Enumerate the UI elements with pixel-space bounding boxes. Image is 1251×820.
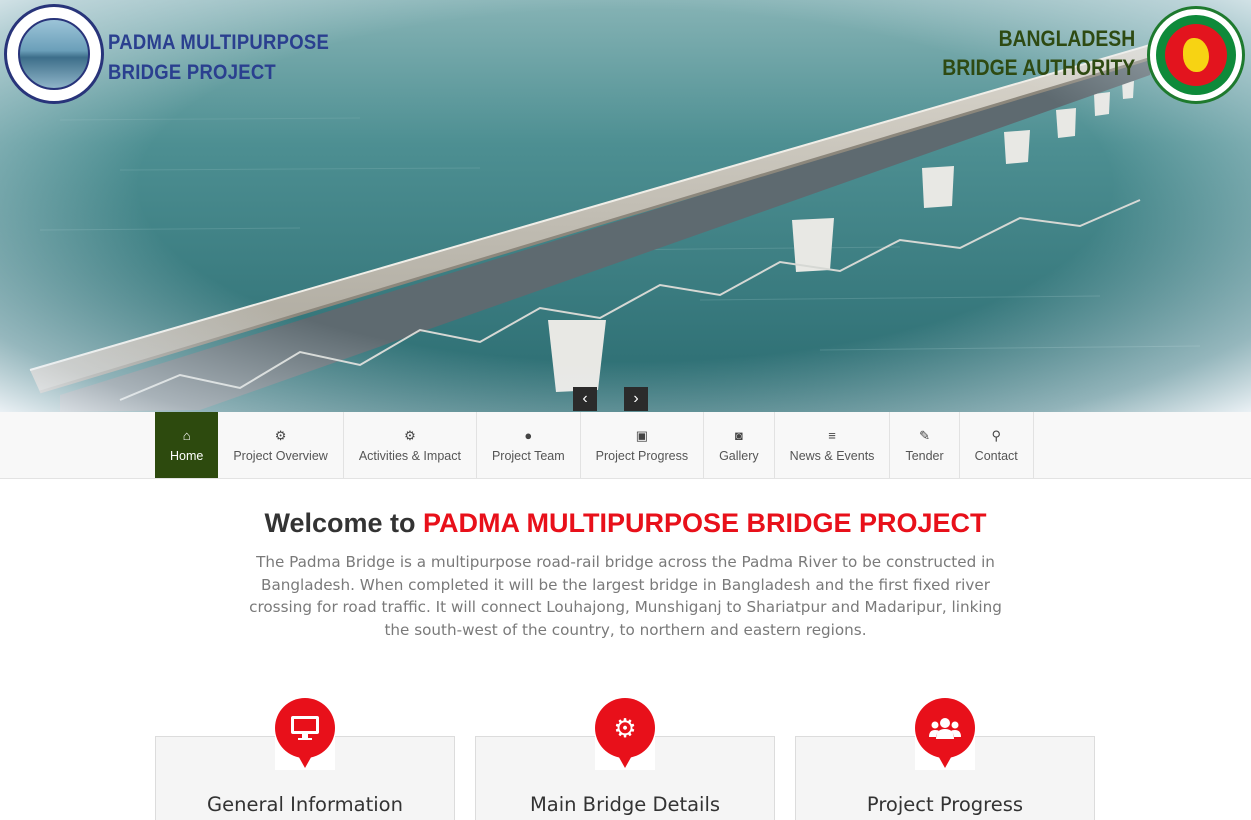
pin-tip [936, 752, 954, 768]
nav-item-project-team[interactable]: ● Project Team [477, 412, 581, 478]
project-title-line2: BRIDGE PROJECT [108, 61, 276, 84]
bangladesh-government-seal[interactable] [1147, 6, 1245, 104]
cogs-icon: ⚙ [404, 427, 416, 443]
map-marker-icon: ⚲ [991, 427, 1001, 443]
pin-tip [616, 752, 634, 768]
welcome-heading: Welcome to PADMA MULTIPURPOSE BRIDGE PRO… [0, 508, 1251, 539]
nav-item-activities-impact[interactable]: ⚙ Activities & Impact [344, 412, 477, 478]
padma-bridge-project-logo[interactable] [4, 4, 104, 104]
nav-item-label: Project Team [491, 448, 565, 463]
card-title: General Information [207, 793, 403, 816]
main-navbar: ⌂ Home ⚙ Project Overview ⚙ Activities &… [0, 412, 1251, 479]
nav-item-project-overview[interactable]: ⚙ Project Overview [218, 412, 344, 478]
nav-item-project-progress[interactable]: ▣ Project Progress [581, 412, 705, 478]
nav-item-label: Tender [905, 448, 944, 463]
seal-sun-icon [1165, 24, 1227, 86]
slider-next-button[interactable]: › [624, 387, 648, 411]
home-icon: ⌂ [182, 427, 191, 443]
nav-item-contact[interactable]: ⚲ Contact [960, 412, 1034, 478]
camera-icon: ◙ [734, 427, 743, 443]
seal-ring-icon [1156, 15, 1236, 95]
nav-item-news-events[interactable]: ≡ News & Events [775, 412, 891, 478]
nav-item-label: Gallery [719, 448, 759, 463]
project-title-line1: PADMA MULTIPURPOSE [108, 31, 330, 54]
nav-item-label: News & Events [789, 448, 875, 463]
welcome-brand: PADMA MULTIPURPOSE BRIDGE PROJECT [423, 508, 987, 538]
card-pin [915, 698, 975, 770]
cogs-icon: ⚙ [274, 427, 287, 443]
authority-title-line2: BRIDGE AUTHORITY [942, 55, 1135, 80]
users-icon [915, 698, 975, 758]
picture-icon: ▣ [635, 427, 649, 443]
card-pin: ⚙ [595, 698, 655, 770]
edit-icon: ✎ [919, 427, 930, 443]
nav-item-home[interactable]: ⌂ Home [155, 412, 219, 478]
bangladesh-map-icon [1183, 38, 1209, 72]
card-title: Project Progress [866, 793, 1024, 816]
list-icon: ≡ [828, 427, 836, 443]
authority-title: BANGLADESH BRIDGE AUTHORITY [942, 24, 1135, 82]
project-title: PADMA MULTIPURPOSE BRIDGE PROJECT [108, 28, 329, 88]
desktop-glyph [291, 716, 319, 740]
nav-item-gallery[interactable]: ◙ Gallery [704, 412, 775, 478]
desktop-icon [275, 698, 335, 758]
nav-item-label: Activities & Impact [358, 448, 461, 463]
pin-tip [296, 752, 314, 768]
nav-item-tender[interactable]: ✎ Tender [890, 412, 960, 478]
bridge-emblem-icon [18, 18, 90, 90]
card-pin [275, 698, 335, 770]
cogs-icon: ⚙ [595, 698, 655, 758]
nav-menu: ⌂ Home ⚙ Project Overview ⚙ Activities &… [155, 412, 1034, 478]
intro-paragraph: The Padma Bridge is a multipurpose road-… [249, 553, 1002, 639]
nav-item-label: Contact [974, 448, 1018, 463]
authority-title-line1: BANGLADESH [998, 26, 1135, 51]
hero-slider: PADMA MULTIPURPOSE BRIDGE PROJECT BANGLA… [0, 0, 1251, 412]
nav-item-label: Home [170, 448, 204, 463]
card-title: Main Bridge Details [529, 793, 721, 816]
slider-prev-button[interactable]: ‹ [573, 387, 597, 411]
user-icon: ● [524, 427, 533, 443]
nav-item-label: Project Progress [595, 448, 689, 463]
nav-item-label: Project Overview [233, 448, 328, 463]
welcome-prefix: Welcome to [264, 508, 416, 538]
users-glyph [929, 718, 961, 739]
